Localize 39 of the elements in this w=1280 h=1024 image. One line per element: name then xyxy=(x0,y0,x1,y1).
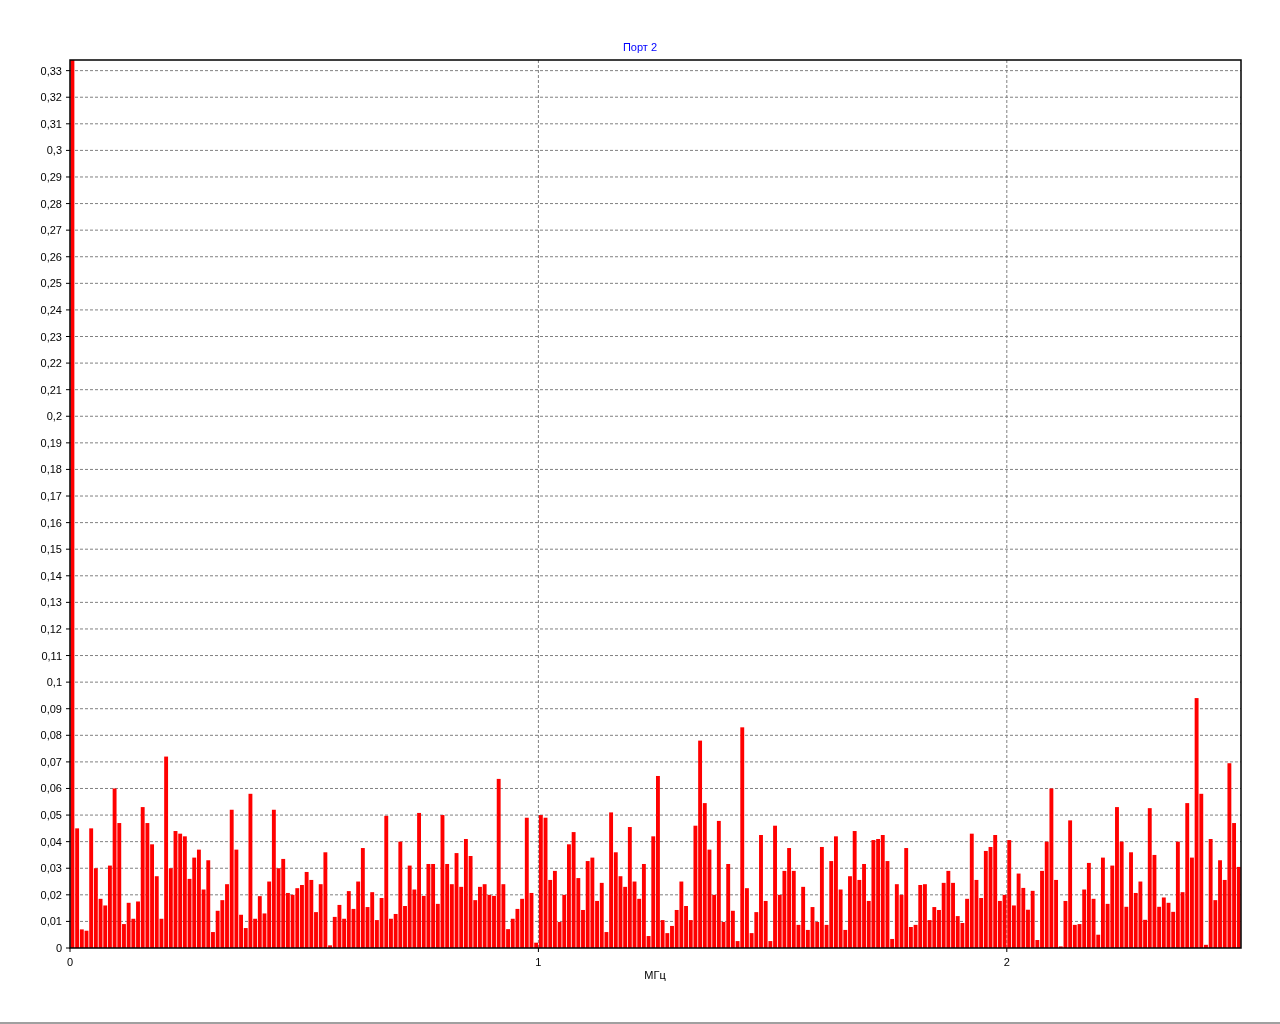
y-tick-label: 0,26 xyxy=(40,250,62,263)
y-tick-label: 0,15 xyxy=(40,543,62,556)
y-tick-label: 0,21 xyxy=(40,383,62,396)
y-tick-label: 0,14 xyxy=(40,569,62,582)
y-tick-label: 0,04 xyxy=(40,835,62,848)
y-tick-label: 0,02 xyxy=(40,888,62,901)
y-tick-label: 0,2 xyxy=(46,410,62,423)
y-tick-label: 0,27 xyxy=(40,224,62,237)
chart-title: Порт 2 xyxy=(622,41,658,53)
y-tick-label: 0,08 xyxy=(40,729,62,742)
y-tick-label: 0,12 xyxy=(40,622,62,635)
y-tick-label: 0,09 xyxy=(40,702,62,715)
y-tick-label: 0,18 xyxy=(40,463,62,476)
y-tick-label: 0,11 xyxy=(41,649,62,662)
y-tick-label: 0,07 xyxy=(40,755,62,768)
y-tick-label: 0 xyxy=(55,942,62,954)
y-tick-label: 0,06 xyxy=(40,782,62,795)
y-tick-label: 0,05 xyxy=(40,809,62,822)
y-tick-label: 0,22 xyxy=(40,357,62,370)
y-tick-label: 0,29 xyxy=(40,171,62,183)
y-tick-label: 0,32 xyxy=(40,91,62,104)
y-tick-label: 0,17 xyxy=(40,490,62,502)
y-tick-label: 0,23 xyxy=(40,330,62,343)
y-tick-label: 0,24 xyxy=(40,303,62,316)
y-tick-label: 0,25 xyxy=(40,277,62,290)
y-tick-label: 0,19 xyxy=(40,436,62,449)
x-tick-label: 0 xyxy=(66,956,74,968)
y-tick-label: 0,3 xyxy=(46,144,62,157)
y-tick-label: 0,33 xyxy=(40,64,62,77)
y-tick-label: 0,1 xyxy=(46,676,62,689)
y-tick-label: 0,28 xyxy=(40,197,62,210)
x-tick-label: 2 xyxy=(1003,956,1010,968)
y-tick-label: 0,13 xyxy=(40,596,62,609)
y-tick-label: 0,31 xyxy=(40,117,62,130)
y-tick-label: 0,16 xyxy=(40,516,62,529)
y-tick-label: 0,01 xyxy=(40,915,62,928)
x-axis-label: МГц xyxy=(644,969,666,981)
x-tick-label: 1 xyxy=(535,956,542,968)
y-tick-label: 0,03 xyxy=(40,862,62,875)
